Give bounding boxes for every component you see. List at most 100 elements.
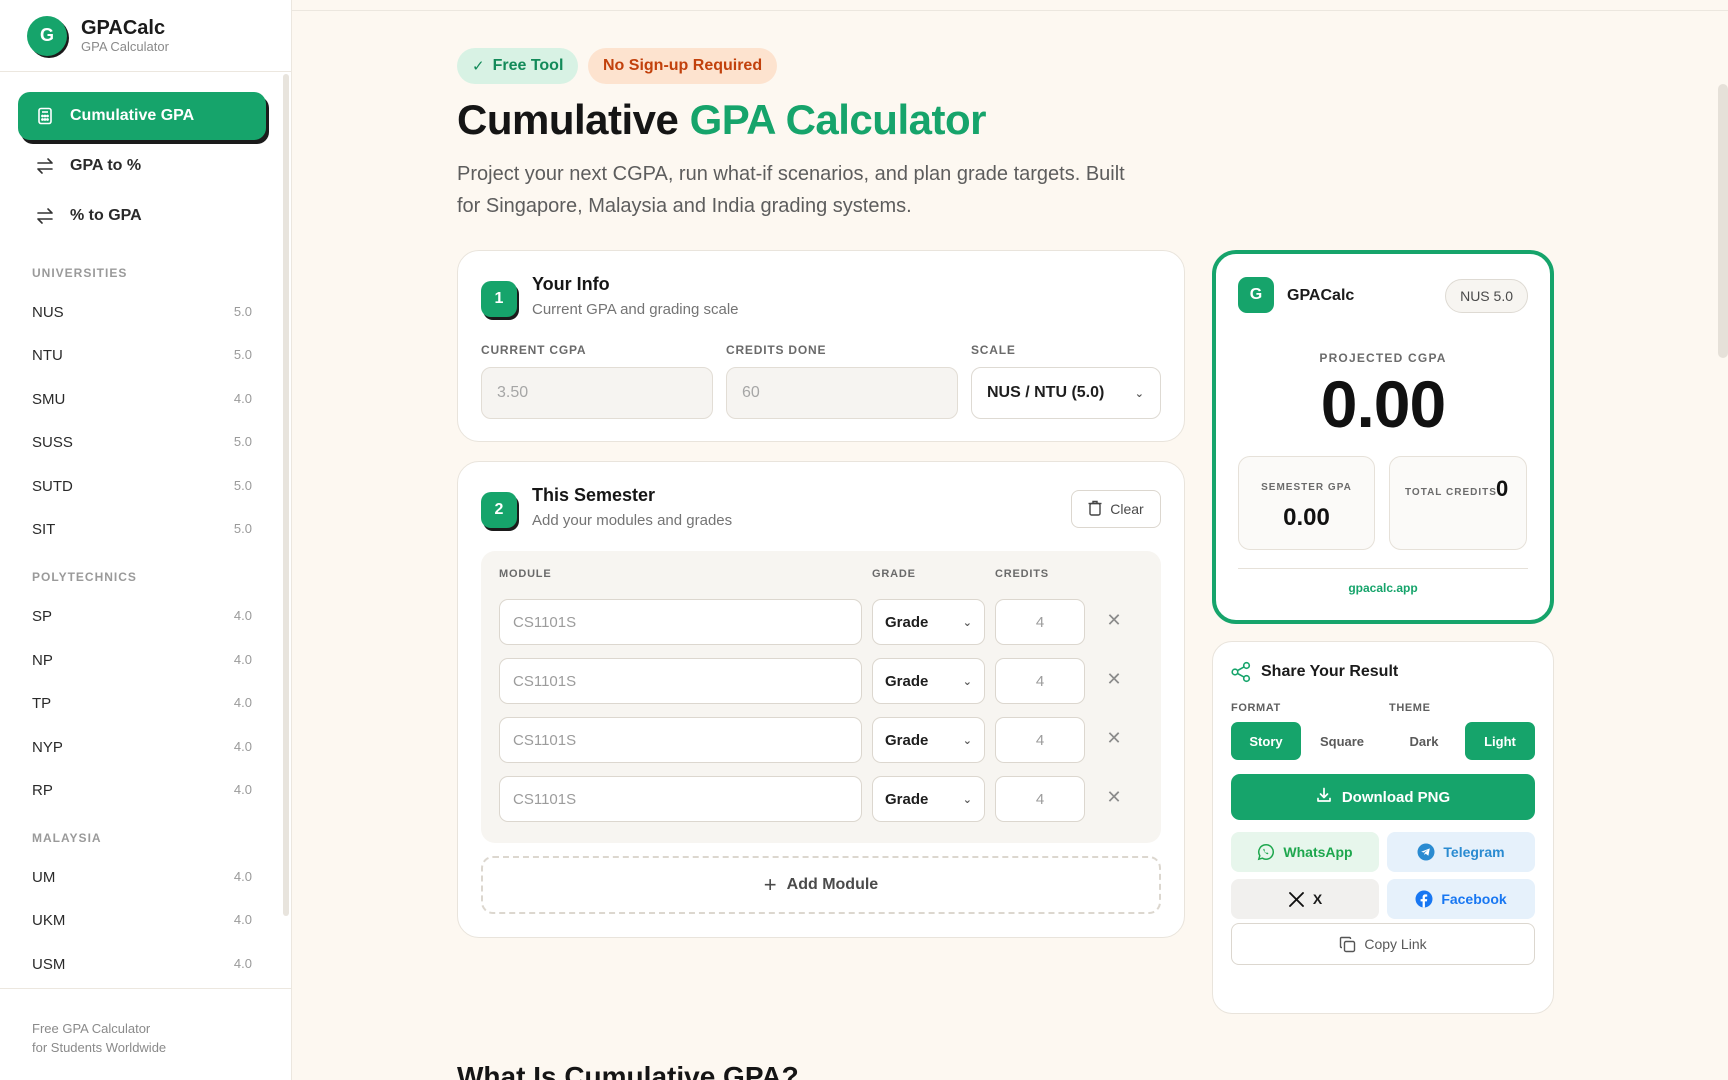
item-name: SMU — [32, 391, 66, 408]
sidebar-item-usm[interactable]: USM 4.0 — [32, 956, 252, 973]
credits-input[interactable]: 4 — [995, 776, 1085, 822]
whatsapp-button[interactable]: WhatsApp — [1231, 832, 1379, 872]
item-scale: 4.0 — [233, 652, 252, 667]
facebook-button[interactable]: Facebook — [1387, 879, 1535, 919]
item-name: NP — [32, 652, 53, 669]
module-input[interactable]: CS1101S — [499, 658, 862, 704]
nav-item-percent-to-gpa[interactable]: % to GPA — [18, 192, 266, 240]
sidebar-item-ntu[interactable]: NTU 5.0 — [32, 347, 252, 364]
telegram-button[interactable]: Telegram — [1387, 832, 1535, 872]
title-accent: GPA Calculator — [689, 96, 987, 143]
sidebar-item-sutd[interactable]: SUTD 5.0 — [32, 478, 252, 495]
item-scale: 4.0 — [233, 869, 252, 884]
nav-label: Cumulative GPA — [70, 107, 195, 124]
section-heading: What Is Cumulative GPA? — [457, 1061, 799, 1080]
semester-gpa-value: 0.00 — [1283, 504, 1330, 531]
footer-line-1: Free GPA Calculator — [32, 1021, 151, 1036]
facebook-icon — [1415, 890, 1433, 908]
sidebar-item-um[interactable]: UM 4.0 — [32, 869, 252, 886]
nav-item-gpa-to-percent[interactable]: GPA to % — [18, 142, 266, 190]
semester-gpa-stat: SEMESTER GPA 0.00 — [1238, 456, 1375, 550]
grade-value: Grade — [885, 790, 929, 808]
top-divider — [292, 10, 1728, 11]
format-option-square[interactable]: Square — [1307, 722, 1377, 760]
sidebar-item-nyp[interactable]: NYP 4.0 — [32, 739, 252, 756]
credits-done-input[interactable]: 60 — [726, 367, 958, 419]
sidebar-item-nus[interactable]: NUS 5.0 — [32, 304, 252, 321]
item-name: RP — [32, 782, 53, 799]
section-label-malaysia: MALAYSIA — [32, 831, 102, 845]
grade-select[interactable]: Grade ⌄ — [872, 599, 985, 645]
telegram-icon — [1417, 843, 1435, 861]
current-cgpa-input[interactable]: 3.50 — [481, 367, 713, 419]
col-credits: CREDITS — [995, 568, 1049, 580]
credits-input[interactable]: 4 — [995, 658, 1085, 704]
sidebar-item-np[interactable]: NP 4.0 — [32, 652, 252, 669]
chevron-down-icon: ⌄ — [1134, 387, 1144, 400]
copy-link-button[interactable]: Copy Link — [1231, 923, 1535, 965]
nav-item-cumulative-gpa[interactable]: Cumulative GPA — [18, 92, 266, 140]
title-main: Cumulative — [457, 96, 690, 143]
x-button[interactable]: X — [1231, 879, 1379, 919]
your-info-card: 1 Your Info Current GPA and grading scal… — [457, 250, 1185, 442]
download-png-button[interactable]: Download PNG — [1231, 774, 1535, 820]
scale-select[interactable]: NUS / NTU (5.0) ⌄ — [971, 367, 1161, 419]
remove-module-icon[interactable]: ✕ — [1104, 728, 1124, 749]
sidebar-item-sp[interactable]: SP 4.0 — [32, 608, 252, 625]
sidebar-item-rp[interactable]: RP 4.0 — [32, 782, 252, 799]
result-url: gpacalc.app — [1348, 581, 1418, 595]
sidebar-item-suss[interactable]: SUSS 5.0 — [32, 434, 252, 451]
module-input[interactable]: CS1101S — [499, 599, 862, 645]
scale-label: SCALE — [971, 343, 1016, 357]
module-input[interactable]: CS1101S — [499, 776, 862, 822]
format-option-story[interactable]: Story — [1231, 722, 1301, 760]
module-input[interactable]: CS1101S — [499, 717, 862, 763]
sidebar-item-sit[interactable]: SIT 5.0 — [32, 521, 252, 538]
page-title: Cumulative GPA Calculator — [457, 96, 986, 144]
badge-label: No Sign-up Required — [603, 57, 763, 74]
free-tool-badge: ✓ Free Tool — [457, 48, 579, 84]
sidebar-scrollbar[interactable] — [283, 74, 289, 916]
credits-input[interactable]: 4 — [995, 599, 1085, 645]
share-title: Share Your Result — [1261, 663, 1399, 680]
col-grade: GRADE — [872, 568, 916, 580]
page-scrollbar[interactable] — [1718, 84, 1728, 358]
card-subtitle: Current GPA and grading scale — [532, 301, 739, 318]
brand[interactable]: G GPACalc GPA Calculator — [0, 0, 291, 72]
remove-module-icon[interactable]: ✕ — [1104, 610, 1124, 631]
grade-select[interactable]: Grade ⌄ — [872, 658, 985, 704]
total-credits-value: 0 — [1496, 476, 1509, 501]
brand-logo: G — [27, 15, 67, 56]
clear-button[interactable]: Clear — [1071, 490, 1161, 528]
brand-subtitle: GPA Calculator — [81, 38, 169, 54]
item-name: SUTD — [32, 478, 73, 495]
item-scale: 5.0 — [233, 434, 252, 449]
check-icon: ✓ — [472, 58, 485, 75]
grade-select[interactable]: Grade ⌄ — [872, 776, 985, 822]
remove-module-icon[interactable]: ✕ — [1104, 669, 1124, 690]
credits-input[interactable]: 4 — [995, 717, 1085, 763]
chevron-down-icon: ⌄ — [962, 793, 972, 806]
sidebar-item-tp[interactable]: TP 4.0 — [32, 695, 252, 712]
nav-label: GPA to % — [70, 157, 142, 174]
remove-module-icon[interactable]: ✕ — [1104, 787, 1124, 808]
sidebar-item-smu[interactable]: SMU 4.0 — [32, 391, 252, 408]
item-scale: 4.0 — [233, 391, 252, 406]
theme-option-light[interactable]: Light — [1465, 722, 1535, 760]
page-description: Project your next CGPA, run what-if scen… — [457, 158, 1237, 222]
grade-value: Grade — [885, 731, 929, 749]
theme-option-dark[interactable]: Dark — [1389, 722, 1459, 760]
grade-value: Grade — [885, 613, 929, 631]
sidebar-item-ukm[interactable]: UKM 4.0 — [32, 912, 252, 929]
add-module-button[interactable]: + Add Module — [481, 856, 1161, 914]
step-number: 2 — [481, 492, 517, 528]
item-name: UKM — [32, 912, 66, 929]
scale-value: NUS / NTU (5.0) — [987, 384, 1105, 401]
share-icon — [1230, 661, 1252, 683]
grade-select[interactable]: Grade ⌄ — [872, 717, 985, 763]
brand-name: GPACalc — [81, 16, 166, 39]
result-brand: GPACalc — [1287, 287, 1355, 304]
chevron-down-icon: ⌄ — [962, 616, 972, 629]
clear-label: Clear — [1110, 501, 1144, 517]
plus-icon: + — [763, 872, 777, 897]
